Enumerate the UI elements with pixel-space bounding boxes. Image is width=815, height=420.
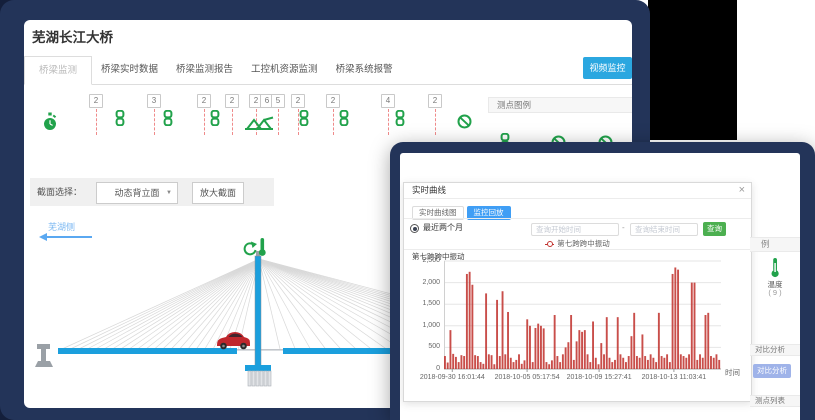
main-tab-4[interactable]: 桥梁系统报警 (327, 56, 402, 83)
thermometer-icon[interactable] (769, 257, 781, 278)
sensor-count-badge: 5 (271, 94, 285, 108)
car (217, 332, 250, 349)
divider (404, 249, 751, 250)
sensor-chain-icon[interactable] (299, 110, 309, 126)
sensor-chain-icon[interactable] (395, 110, 405, 126)
bridge-tower (255, 256, 261, 366)
compare-analysis-button[interactable]: 对比分析 (753, 364, 791, 378)
bridge-deck-left (58, 348, 237, 354)
sensor-chain-icon[interactable] (163, 110, 173, 126)
section-select-label: 截面选择： (37, 178, 82, 206)
y-axis-tick: 0 (404, 365, 440, 372)
sensor-dashed-line (435, 109, 436, 135)
y-axis-tick: 1,500 (404, 300, 440, 307)
sensor-dashed-line (388, 109, 389, 135)
close-icon[interactable]: × (739, 183, 745, 198)
sensor-count-badge: 2 (197, 94, 211, 108)
sensor-dashed-line (154, 109, 155, 135)
y-axis-tick: 1,000 (404, 322, 440, 329)
sensor-chain-icon[interactable] (210, 110, 220, 126)
chart-legend[interactable]: 第七跨跨中振动 (404, 238, 751, 249)
modal-tab-bar: 实时曲线图监控回放 (412, 202, 514, 216)
overlay-card: 实时曲线 × 实时曲线图监控回放 最近两个月 - 查询 第七跨跨中振动 第七跨跨… (400, 153, 800, 420)
sensor-stopwatch-icon[interactable] (43, 112, 57, 132)
main-tab-1[interactable]: 桥梁实时数据 (92, 56, 167, 83)
enlarge-section-button[interactable]: 放大截面 (192, 182, 244, 204)
chevron-down-icon: ▼ (166, 183, 172, 203)
sensor-dashed-line (278, 109, 279, 135)
y-axis-tick: 2,500 (404, 257, 440, 264)
legend-panel-header: 测点图例 (488, 97, 632, 113)
legend-panel-header-fragment: 例 (750, 237, 800, 252)
page-title: 芜湖长江大桥 (32, 26, 113, 46)
query-start-time-input[interactable] (531, 223, 619, 236)
legend-label: 第七跨跨中振动 (557, 239, 610, 248)
modal-header: 实时曲线 × (404, 183, 751, 199)
realtime-curve-modal: 实时曲线 × 实时曲线图监控回放 最近两个月 - 查询 第七跨跨中振动 第七跨跨… (403, 182, 752, 402)
main-tab-3[interactable]: 工控机资源监测 (242, 56, 327, 83)
x-axis-tick: 2018-10-13 11:03:41 (629, 374, 719, 381)
sensor-count-badge: 2 (428, 94, 442, 108)
sensor-truss-icon[interactable] (244, 116, 274, 132)
last-two-months-label: 最近两个月 (423, 222, 463, 233)
sensor-count-badge: 3 (147, 94, 161, 108)
divider (404, 218, 751, 219)
sensor-dashed-line (204, 109, 205, 135)
sensor-dashed-line (333, 109, 334, 135)
temperature-count: ( 9 ) (750, 288, 800, 297)
sensor-dashed-line (96, 109, 97, 135)
background-black-region (648, 0, 737, 140)
y-axis-tick: 2,000 (404, 279, 440, 286)
radio-dot (413, 227, 417, 231)
sensor-dashed-line (232, 109, 233, 135)
main-tab-0[interactable]: 桥梁监测 (24, 56, 92, 85)
vibration-chart-plot: 05001,0001,5002,0002,5002018-09-30 16:01… (444, 261, 721, 373)
modal-title: 实时曲线 (412, 183, 446, 198)
bridge-abutment (35, 344, 53, 367)
video-monitor-button[interactable]: 视频监控 (583, 57, 632, 79)
point-list-header: 测点列表 (750, 395, 800, 407)
last-two-months-radio[interactable] (410, 224, 419, 233)
compare-section-header: 对比分析 (750, 344, 800, 356)
sensor-chain-icon[interactable] (339, 110, 349, 126)
query-end-time-input[interactable] (630, 223, 698, 236)
legend-marker-icon (545, 244, 554, 245)
y-axis-tick: 500 (404, 343, 440, 350)
rotation-sensor-icon[interactable] (245, 242, 257, 255)
sensor-count-badge: 2 (225, 94, 239, 108)
sensor-count-badge: 2 (291, 94, 305, 108)
sensor-count-badge: 2 (326, 94, 340, 108)
section-select-dropdown[interactable]: 动态背立面 ▼ (96, 182, 178, 204)
temperature-sensor-icon[interactable] (259, 238, 266, 256)
sensor-ban-icon[interactable] (457, 114, 472, 129)
sensor-chain-icon[interactable] (115, 110, 125, 126)
sensor-count-badge: 4 (381, 94, 395, 108)
range-separator: - (622, 223, 625, 232)
query-button[interactable]: 查询 (703, 222, 726, 236)
section-select-value: 动态背立面 (114, 188, 159, 198)
tower-cap (245, 365, 271, 371)
main-tab-2[interactable]: 桥梁监测报告 (167, 56, 242, 83)
sensor-count-badge: 2 (89, 94, 103, 108)
x-axis-name: 时间 (725, 367, 740, 378)
overlay-window: 实时曲线 × 实时曲线图监控回放 最近两个月 - 查询 第七跨跨中振动 第七跨跨… (390, 142, 815, 420)
tower-foundation (248, 371, 271, 386)
main-tab-bar: 桥梁监测桥梁实时数据桥梁监测报告工控机资源监测桥梁系统报警 (24, 56, 632, 85)
